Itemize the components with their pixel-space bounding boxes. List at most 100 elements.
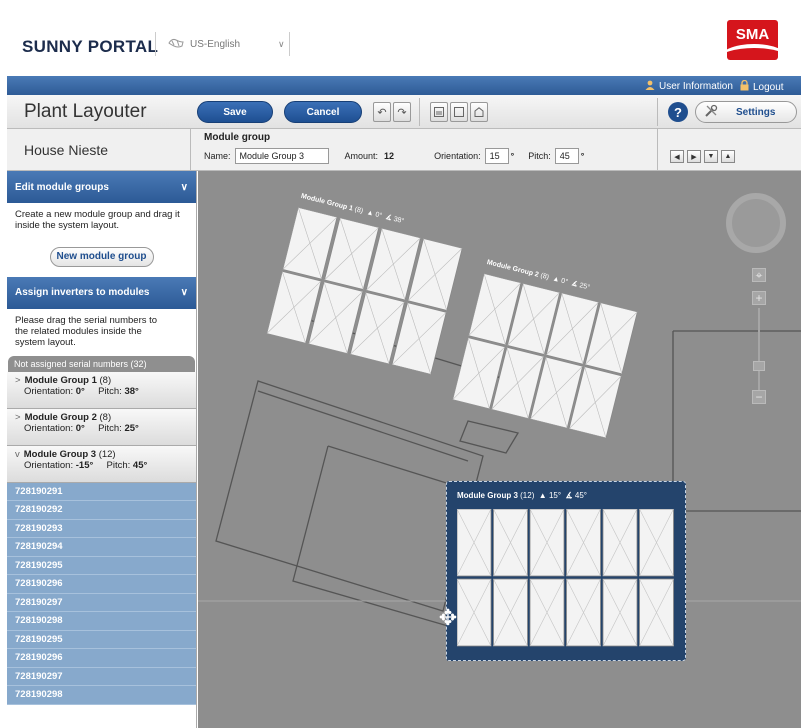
undo-icon[interactable]: ↶ xyxy=(373,102,391,122)
assign-instructions: Please drag the serial numbers to the re… xyxy=(15,314,158,348)
chevron-down-icon: ∨ xyxy=(278,38,285,49)
serial-number-item[interactable]: 728190296 xyxy=(7,575,196,594)
lock-icon xyxy=(740,79,749,94)
arrow-right-icon[interactable]: ▶ xyxy=(687,150,701,163)
redo-icon[interactable]: ↷ xyxy=(393,102,411,122)
brand-name: SUNNY PORTAL xyxy=(22,37,159,56)
chevron-down-icon: ∨ xyxy=(180,287,188,299)
language-label: US-English xyxy=(190,38,241,50)
group-count: (8) xyxy=(99,374,112,386)
serial-number-item[interactable]: 728190297 xyxy=(7,593,196,613)
orientation-label: Orientation: xyxy=(24,423,74,435)
arrow-left-icon[interactable]: ◀ xyxy=(670,150,684,163)
unassigned-serials-header: Not assigned serial numbers (32) xyxy=(8,355,195,372)
zoom-in-icon[interactable]: + xyxy=(752,291,766,305)
top-header: SUNNY PORTAL US-English ∨ SMA xyxy=(0,0,801,76)
edit-module-groups-header[interactable]: Edit module groups ∨ xyxy=(7,171,196,203)
solar-panel-grid xyxy=(457,509,674,647)
module-group-item[interactable]: v Module Group 3 (12) Orientation: -15° P… xyxy=(7,445,196,483)
edit-module-groups-title: Edit module groups xyxy=(15,181,109,193)
logo-text: SMA xyxy=(735,26,770,43)
group-name: Module Group 3 xyxy=(23,448,97,460)
name-field[interactable]: Module Group 3 xyxy=(234,148,329,164)
chevron-down-icon: v xyxy=(15,448,20,460)
move-arrows: ◀ ▶ ▼ ▲ xyxy=(670,150,735,163)
chevron-right-icon: > xyxy=(15,411,21,423)
module-group-heading: Module group xyxy=(204,132,271,143)
arrow-up-icon[interactable]: ▲ xyxy=(721,150,735,163)
pitch-label: Pitch: xyxy=(98,423,122,435)
serial-number-item[interactable]: 728190294 xyxy=(7,538,196,557)
pitch-value: 45° xyxy=(132,460,148,472)
settings-label: Settings xyxy=(736,106,776,118)
serial-number-item[interactable]: 728190295 xyxy=(7,556,196,576)
module-group-3-selected[interactable]: Module Group 3 (12) ▲ 15° ∡ 45° xyxy=(446,481,686,661)
logout-label: Logout xyxy=(753,81,784,93)
move-cursor-icon: ✥ xyxy=(438,605,458,630)
pitch-label: Pitch: xyxy=(98,386,122,398)
cancel-button[interactable]: Cancel xyxy=(284,101,362,123)
pitch-degree: ° xyxy=(580,151,585,161)
pitch-label: Pitch: xyxy=(106,460,131,472)
logout-link[interactable]: Logout xyxy=(740,79,784,94)
pitch-field[interactable]: 45 xyxy=(554,148,579,164)
zoom-fit-icon[interactable]: ⌖ xyxy=(752,268,766,282)
zoom-out-icon[interactable]: − xyxy=(752,390,766,404)
save-button[interactable]: Save xyxy=(197,101,273,123)
amount-label: Amount: xyxy=(344,151,379,161)
amount-value: 12 xyxy=(384,151,395,161)
globe-icon xyxy=(168,37,184,52)
arrow-down-icon[interactable]: ▼ xyxy=(704,150,718,163)
user-icon xyxy=(645,80,655,93)
app-title: Plant Layouter xyxy=(24,101,147,122)
zoom-slider-handle[interactable] xyxy=(753,361,765,371)
chevron-down-icon: ∨ xyxy=(180,181,188,193)
orientation-value: -15° xyxy=(75,460,94,472)
group-count: (12) xyxy=(98,448,116,460)
house-view-icon[interactable] xyxy=(470,102,488,122)
assign-inverters-header[interactable]: Assign inverters to modules ∨ xyxy=(7,276,196,309)
orientation-value: 0° xyxy=(75,423,85,435)
orientation-label: Orientation: xyxy=(24,386,74,398)
pitch-value: 25° xyxy=(124,423,139,435)
language-selector[interactable]: US-English ∨ xyxy=(155,32,290,56)
layout-canvas[interactable]: Module Group 1 (8) ▲ 0° ∡ 38° Module Gro… xyxy=(198,171,801,728)
zoom-slider-track[interactable] xyxy=(758,308,760,390)
serial-number-item[interactable]: 728190296 xyxy=(7,649,196,668)
module-group-item[interactable]: > Module Group 1 (8) Orientation: 0° Pitc… xyxy=(7,371,196,409)
settings-button[interactable]: Settings xyxy=(695,101,797,123)
sidebar: Edit module groups ∨ Create a new module… xyxy=(7,171,197,728)
serial-number-item[interactable]: 728190297 xyxy=(7,667,196,687)
new-module-group-button[interactable]: New module group xyxy=(49,246,154,267)
assign-inverters-title: Assign inverters to modules xyxy=(15,287,150,299)
group-count: (8) xyxy=(99,411,112,423)
serial-number-item[interactable]: 728190291 xyxy=(7,482,196,502)
module-group-properties: Name: Module Group 3 Amount: 12 Orientat… xyxy=(204,148,584,164)
orientation-field[interactable]: 15 xyxy=(484,148,509,164)
toolbar: Plant Layouter Save Cancel ↶ ↷ ? Setting… xyxy=(7,95,801,129)
serial-number-item[interactable]: 728190293 xyxy=(7,519,196,539)
properties-bar: House Nieste Module group Name: Module G… xyxy=(7,129,801,171)
plant-name: House Nieste xyxy=(24,142,109,158)
orientation-degree: ° xyxy=(510,151,515,161)
user-information-link[interactable]: User Information xyxy=(645,80,733,93)
chevron-right-icon: > xyxy=(15,374,21,386)
module-group-3-label: Module Group 3 (12) ▲ 15° ∡ 45° xyxy=(457,491,588,500)
pitch-label: Pitch: xyxy=(528,151,551,161)
user-bar: User Information Logout xyxy=(7,76,801,95)
pitch-value: 38° xyxy=(124,386,139,398)
orientation-label: Orientation: xyxy=(24,460,74,472)
module-group-item[interactable]: > Module Group 2 (8) Orientation: 0° Pitc… xyxy=(7,408,196,446)
layout-view-icon[interactable] xyxy=(430,102,448,122)
orientation-label: Orientation: xyxy=(434,151,481,161)
help-icon[interactable]: ? xyxy=(668,102,688,122)
serial-number-item[interactable]: 728190295 xyxy=(7,630,196,650)
orientation-value: 0° xyxy=(75,386,85,398)
serial-list: 728190291 728190292 728190293 728190294 … xyxy=(7,482,196,705)
group-name: Module Group 1 xyxy=(24,374,97,386)
square-view-icon[interactable] xyxy=(450,102,468,122)
serial-number-item[interactable]: 728190298 xyxy=(7,612,196,631)
compass-icon[interactable] xyxy=(726,193,786,253)
serial-number-item[interactable]: 728190292 xyxy=(7,501,196,520)
serial-number-item[interactable]: 728190298 xyxy=(7,686,196,705)
